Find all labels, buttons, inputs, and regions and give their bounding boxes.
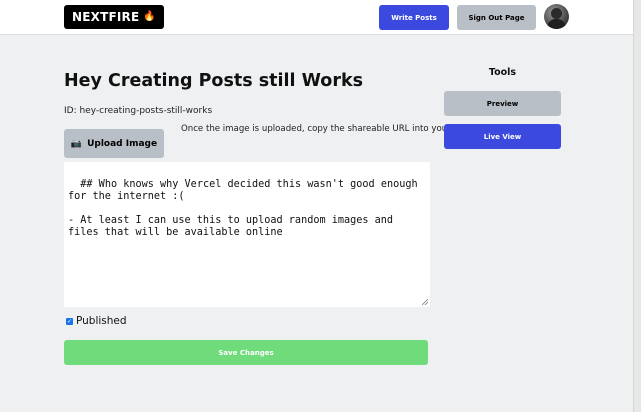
avatar-body-shape: [547, 19, 566, 29]
write-posts-button[interactable]: Write Posts: [379, 5, 449, 30]
post-content-text: ## Who knows why Vercel decided this was…: [68, 179, 418, 238]
upload-hint: Once the image is uploaded, copy the sha…: [181, 124, 476, 134]
navbar: NEXTFIRE 🔥 Write Posts Sign Out Page: [0, 0, 641, 35]
avatar-head-shape: [551, 8, 562, 19]
brand-name: NEXTFIRE: [72, 10, 140, 24]
published-label: Published: [76, 315, 127, 327]
published-toggle[interactable]: ✓ Published: [66, 315, 127, 327]
tools-heading: Tools: [488, 67, 517, 78]
upload-image-label: Upload Image: [87, 138, 158, 149]
upload-image-button[interactable]: 📷 Upload Image: [64, 129, 164, 158]
post-content-textarea[interactable]: ## Who knows why Vercel decided this was…: [64, 162, 430, 307]
flame-icon: 🔥: [143, 11, 157, 22]
sign-out-button[interactable]: Sign Out Page: [457, 5, 536, 30]
preview-button[interactable]: Preview: [444, 91, 561, 116]
post-id: ID: hey-creating-posts-still-works: [64, 106, 213, 116]
save-changes-button[interactable]: Save Changes: [64, 340, 428, 365]
camera-icon: 📷: [70, 138, 83, 149]
page-title: Hey Creating Posts still Works: [64, 71, 364, 91]
page-scrollbar[interactable]: [633, 0, 641, 412]
live-view-button[interactable]: Live View: [444, 124, 561, 149]
published-checkbox[interactable]: ✓: [66, 317, 73, 325]
brand-logo-button[interactable]: NEXTFIRE 🔥: [64, 5, 165, 29]
resize-handle-icon[interactable]: [422, 299, 428, 305]
avatar[interactable]: [544, 4, 569, 29]
